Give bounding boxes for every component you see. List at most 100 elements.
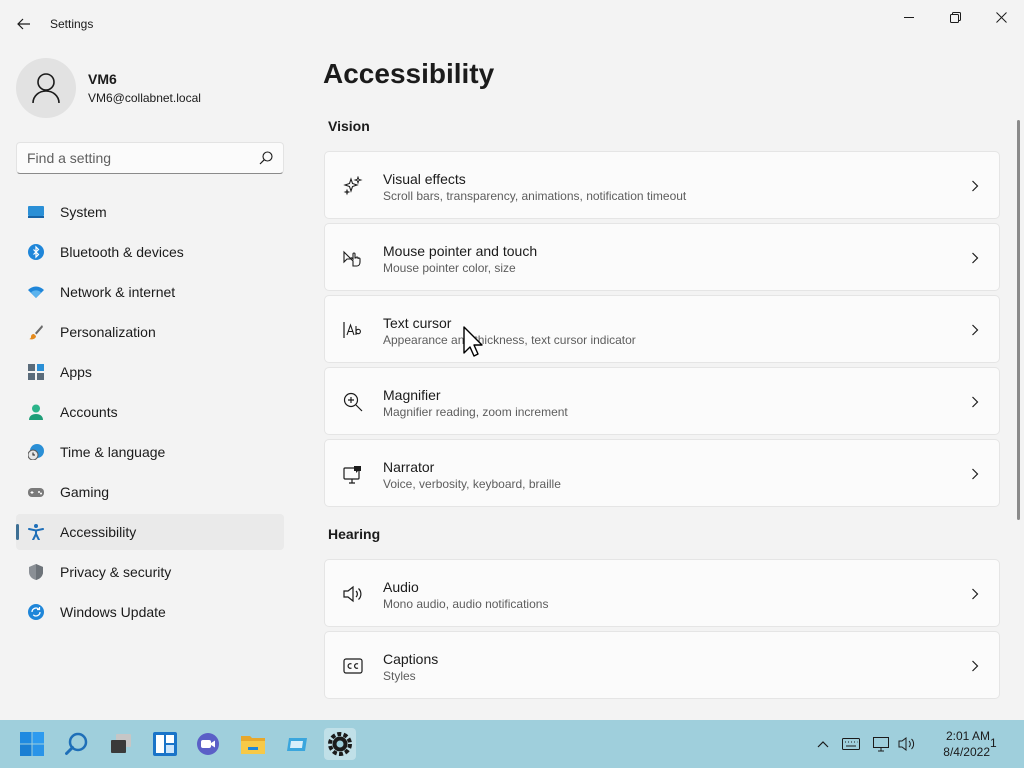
card-audio[interactable]: Audio Mono audio, audio notifications <box>324 559 1000 627</box>
sidebar-item-accessibility[interactable]: Accessibility <box>16 514 284 550</box>
notification-count[interactable]: 1 <box>990 736 1004 750</box>
keyboard-icon <box>842 738 860 750</box>
clock-globe-icon <box>28 444 44 460</box>
card-title: Magnifier <box>383 387 441 403</box>
chevron-right-icon <box>972 252 979 264</box>
user-name: VM6 <box>88 71 117 87</box>
sidebar-item-label: Network & internet <box>60 284 176 300</box>
file-explorer-icon <box>241 736 265 754</box>
section-heading-hearing: Hearing <box>328 526 381 542</box>
clock[interactable]: 2:01 AM 8/4/2022 <box>920 728 990 760</box>
sidebar-item-label: Windows Update <box>60 604 166 620</box>
card-title: Narrator <box>383 459 435 475</box>
taskbar-search-button[interactable] <box>61 728 93 760</box>
user-email: VM6@collabnet.local <box>88 91 201 105</box>
sidebar-item-label: Privacy & security <box>60 564 172 580</box>
system-icon <box>28 206 44 218</box>
clock-date: 8/4/2022 <box>943 745 990 759</box>
chevron-up-icon <box>817 741 829 748</box>
volume-tray-button[interactable] <box>897 734 917 754</box>
card-text-cursor[interactable]: Text cursor Appearance and thickness, te… <box>324 295 1000 363</box>
card-mouse-pointer-touch[interactable]: Mouse pointer and touch Mouse pointer co… <box>324 223 1000 291</box>
keyboard-tray-button[interactable] <box>841 734 861 754</box>
taskbar: 2:01 AM 8/4/2022 1 <box>0 720 1024 768</box>
sidebar-item-personalization[interactable]: Personalization <box>16 314 284 350</box>
page-title: Accessibility <box>323 58 495 89</box>
widgets-button[interactable] <box>149 728 181 760</box>
sidebar-item-windows-update[interactable]: Windows Update <box>16 594 284 630</box>
sidebar-item-label: Gaming <box>60 484 110 500</box>
store-icon <box>287 738 307 751</box>
search-icon <box>65 732 88 755</box>
file-explorer-button[interactable] <box>237 728 269 760</box>
chevron-right-icon <box>972 180 979 192</box>
back-button[interactable] <box>10 10 38 38</box>
card-subtitle: Mouse pointer color, size <box>383 261 516 275</box>
gamepad-icon <box>28 488 44 497</box>
search-input[interactable] <box>17 143 253 173</box>
sidebar-item-accounts[interactable]: Accounts <box>16 394 284 430</box>
sidebar-item-time-language[interactable]: Time & language <box>16 434 284 470</box>
close-button[interactable] <box>978 0 1024 34</box>
sidebar-item-label: System <box>60 204 107 220</box>
title-bar: Settings <box>0 0 1024 48</box>
chevron-right-icon <box>972 324 979 336</box>
paintbrush-icon <box>29 325 43 340</box>
restore-icon <box>949 11 961 23</box>
card-title: Mouse pointer and touch <box>383 243 538 259</box>
wifi-icon <box>28 286 44 298</box>
user-profile[interactable]: VM6 VM6@collabnet.local <box>16 58 286 118</box>
sidebar-nav: System Bluetooth & devices Network & int… <box>16 194 284 634</box>
settings-icon <box>328 732 352 756</box>
accounts-icon <box>29 404 43 420</box>
card-visual-effects[interactable]: Visual effects Scroll bars, transparency… <box>324 151 1000 219</box>
sidebar-item-network[interactable]: Network & internet <box>16 274 284 310</box>
card-subtitle: Magnifier reading, zoom increment <box>383 405 568 419</box>
sidebar-item-apps[interactable]: Apps <box>16 354 284 390</box>
show-hidden-icons-button[interactable] <box>813 734 833 754</box>
sidebar-item-privacy[interactable]: Privacy & security <box>16 554 284 590</box>
sidebar-item-label: Accessibility <box>60 524 137 540</box>
sidebar-item-system[interactable]: System <box>16 194 284 230</box>
sidebar-item-bluetooth[interactable]: Bluetooth & devices <box>16 234 284 270</box>
vertical-scrollbar[interactable] <box>1017 120 1020 520</box>
search-icon[interactable] <box>259 151 273 165</box>
start-button[interactable] <box>16 728 48 760</box>
task-view-icon <box>111 734 131 753</box>
chevron-right-icon <box>972 588 979 600</box>
card-title: Audio <box>383 579 419 595</box>
mouse-cursor-icon <box>463 326 483 357</box>
captions-icon <box>343 658 363 674</box>
avatar <box>16 58 76 118</box>
card-subtitle: Scroll bars, transparency, animations, n… <box>383 189 687 203</box>
accessibility-icon <box>28 524 44 540</box>
card-title: Visual effects <box>383 171 466 187</box>
widgets-icon <box>153 732 177 756</box>
sidebar-item-label: Bluetooth & devices <box>60 244 184 260</box>
card-narrator[interactable]: Narrator Voice, verbosity, keyboard, bra… <box>324 439 1000 507</box>
card-subtitle: Voice, verbosity, keyboard, braille <box>383 477 561 491</box>
minimize-button[interactable] <box>886 0 932 34</box>
chevron-right-icon <box>972 468 979 480</box>
network-tray-button[interactable] <box>872 734 892 754</box>
chat-button[interactable] <box>192 728 224 760</box>
card-magnifier[interactable]: Magnifier Magnifier reading, zoom increm… <box>324 367 1000 435</box>
settings-taskbar-button[interactable] <box>324 728 356 760</box>
network-icon <box>873 737 889 752</box>
magnifier-icon <box>343 392 363 412</box>
task-view-button[interactable] <box>105 728 137 760</box>
restore-button[interactable] <box>932 0 978 34</box>
bluetooth-icon <box>28 244 44 260</box>
apps-icon <box>28 364 44 380</box>
card-title: Text cursor <box>383 315 452 331</box>
section-heading-vision: Vision <box>328 118 370 134</box>
chevron-right-icon <box>972 660 979 672</box>
card-subtitle: Mono audio, audio notifications <box>383 597 549 611</box>
sidebar-item-gaming[interactable]: Gaming <box>16 474 284 510</box>
clock-time: 2:01 AM <box>945 729 990 743</box>
chevron-right-icon <box>972 396 979 408</box>
update-icon <box>28 604 44 620</box>
card-captions[interactable]: Captions Styles <box>324 631 1000 699</box>
pointer-touch-icon <box>343 250 361 267</box>
store-button[interactable] <box>281 728 313 760</box>
